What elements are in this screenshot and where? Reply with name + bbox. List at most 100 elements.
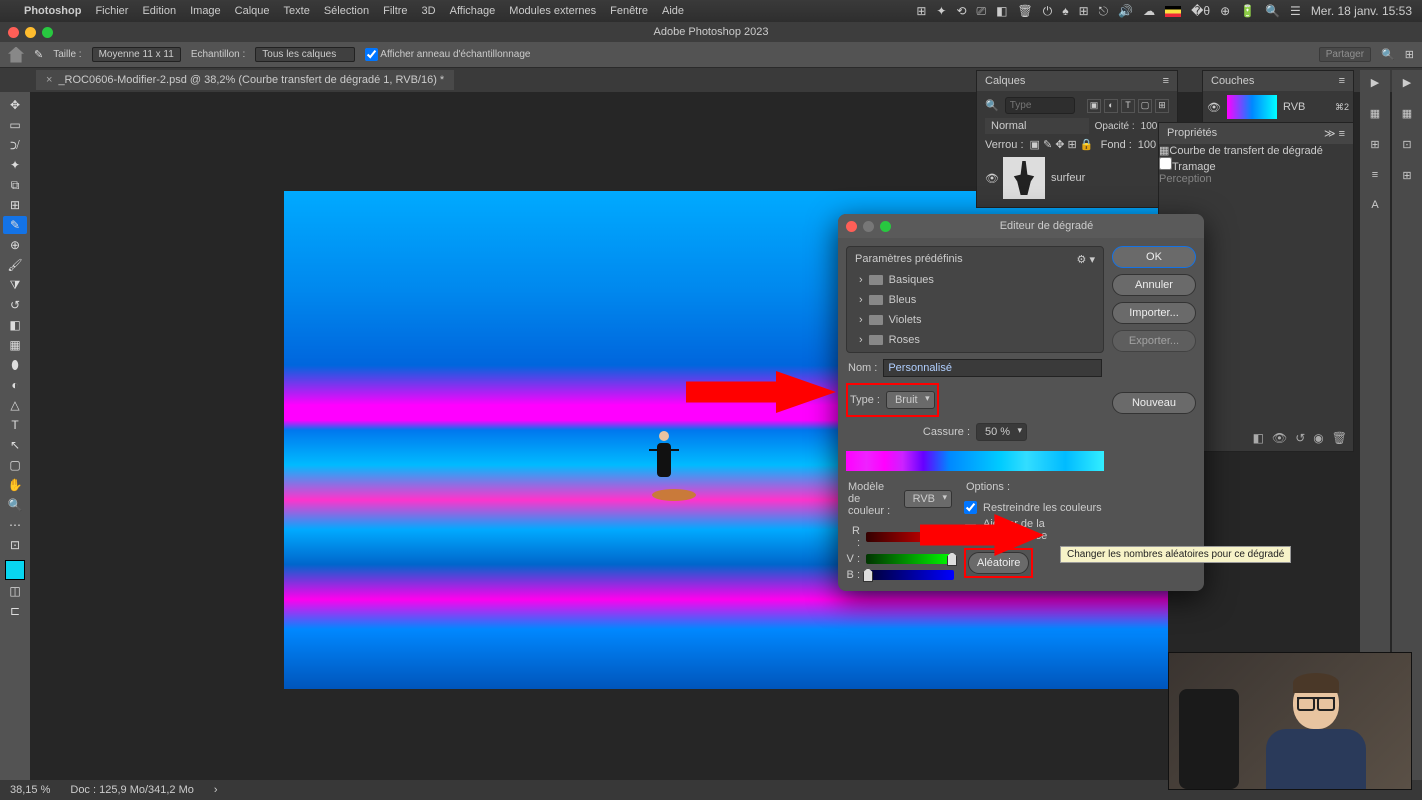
filter-pixel-icon[interactable]: ▣	[1087, 99, 1101, 113]
lasso-tool[interactable]: ⟉	[3, 136, 27, 154]
sample-select[interactable]: Tous les calques	[255, 47, 355, 62]
menu-image[interactable]: Image	[190, 5, 221, 17]
type-tool[interactable]: T	[3, 416, 27, 434]
bluetooth-icon[interactable]: �θ	[1191, 4, 1210, 18]
app-name[interactable]: Photoshop	[24, 5, 81, 17]
menu-view[interactable]: Affichage	[450, 5, 496, 17]
lock-icons[interactable]: ▣ ✎ ✥ ⊞ 🔒	[1030, 138, 1094, 151]
channels-title[interactable]: Couches	[1211, 75, 1254, 87]
frame-tool[interactable]: ⊞	[3, 196, 27, 214]
gradient-tool[interactable]: ▦	[3, 336, 27, 354]
heal-tool[interactable]: ⊕	[3, 236, 27, 254]
gear-icon[interactable]: ⚙ ▾	[1077, 253, 1095, 266]
restrict-colors-checkbox[interactable]	[964, 501, 977, 514]
shape-tool[interactable]: ▢	[3, 456, 27, 474]
doc-size[interactable]: Doc : 125,9 Mo/341,2 Mo	[70, 784, 194, 796]
menu-layer[interactable]: Calque	[235, 5, 270, 17]
dodge-tool[interactable]: ◐	[3, 376, 27, 394]
roughness-value[interactable]: 50 %	[976, 423, 1027, 441]
eraser-tool[interactable]: ◧	[3, 316, 27, 334]
path-tool[interactable]: ↖	[3, 436, 27, 454]
history-brush-tool[interactable]: ↺	[3, 296, 27, 314]
method-label[interactable]: Perception	[1159, 173, 1212, 185]
preset-folder[interactable]: ›Basiques	[847, 270, 1103, 290]
tray-icon[interactable]: ☁	[1143, 4, 1155, 18]
flag-icon[interactable]	[1165, 6, 1181, 17]
layer-thumbnail[interactable]	[1003, 157, 1045, 199]
layer-filter-input[interactable]	[1005, 97, 1075, 114]
name-input[interactable]	[883, 359, 1102, 377]
wand-tool[interactable]: ✦	[3, 156, 27, 174]
crop-tool[interactable]: ⧉	[3, 176, 27, 194]
filter-type-icon[interactable]: T	[1121, 99, 1135, 113]
swatches-icon[interactable]: ▦	[1370, 107, 1380, 120]
filter-search-icon[interactable]: 🔍	[985, 99, 999, 112]
filter-smart-icon[interactable]: ⊞	[1155, 99, 1169, 113]
preset-icon[interactable]: ▦	[1402, 107, 1412, 120]
pen-tool[interactable]: △	[3, 396, 27, 414]
cancel-button[interactable]: Annuler	[1112, 274, 1196, 296]
dialog-close-button[interactable]	[846, 221, 857, 232]
clip-icon[interactable]: ◧	[1253, 431, 1264, 445]
clock[interactable]: Mer. 18 janv. 15:53	[1311, 4, 1412, 18]
adjust-icon[interactable]: ⊞	[1370, 138, 1379, 151]
home-icon[interactable]	[8, 47, 24, 63]
menu-edit[interactable]: Edition	[142, 5, 176, 17]
layers-title[interactable]: Calques	[985, 75, 1025, 87]
filter-shape-icon[interactable]: ▢	[1138, 99, 1152, 113]
export-button[interactable]: Exporter...	[1112, 330, 1196, 352]
tray-icon[interactable]: ⏻	[1043, 4, 1053, 19]
visibility-icon[interactable]: 👁	[985, 172, 997, 185]
randomize-button[interactable]: Aléatoire	[968, 552, 1029, 574]
filter-adj-icon[interactable]: ◐	[1104, 99, 1118, 113]
preset-folder[interactable]: ›Violets	[847, 310, 1103, 330]
spotlight-icon[interactable]: 🔍	[1265, 4, 1280, 18]
control-center-icon[interactable]: ☰	[1290, 4, 1301, 18]
nav-icon[interactable]: ⊞	[1402, 169, 1411, 182]
menu-3d[interactable]: 3D	[422, 5, 436, 17]
char-icon[interactable]: A	[1371, 199, 1378, 211]
more-tools[interactable]: ⋯	[3, 516, 27, 534]
zoom-window-button[interactable]	[42, 27, 53, 38]
share-button[interactable]: Partager	[1319, 47, 1371, 62]
dither-checkbox[interactable]	[1159, 157, 1172, 170]
tray-icon[interactable]: 🔊	[1118, 4, 1133, 18]
tray-icon[interactable]: 🗑	[1017, 4, 1032, 18]
tray-icon[interactable]: ♠	[1062, 4, 1068, 18]
status-chevron-icon[interactable]: ›	[214, 784, 218, 796]
panel-menu-icon[interactable]: ≡	[1339, 75, 1345, 87]
edit-toolbar[interactable]: ⊡	[3, 536, 27, 554]
marquee-tool[interactable]: ▭	[3, 116, 27, 134]
blend-mode-select[interactable]: Normal	[985, 118, 1089, 134]
menu-file[interactable]: Fichier	[95, 5, 128, 17]
v-slider[interactable]	[866, 554, 954, 564]
import-button[interactable]: Importer...	[1112, 302, 1196, 324]
layer-row[interactable]: 👁 surfeur	[981, 153, 1173, 203]
search-icon[interactable]: 🔍	[1381, 48, 1395, 61]
history-icon[interactable]: ▶	[1403, 76, 1411, 89]
blur-tool[interactable]: ⬮	[3, 356, 27, 374]
info-icon[interactable]: ⊡	[1402, 138, 1411, 151]
battery-icon[interactable]: 🔋	[1240, 4, 1255, 18]
eyedropper-tool-icon[interactable]: ✎	[34, 48, 43, 61]
menu-selection[interactable]: Sélection	[324, 5, 369, 17]
b-slider[interactable]	[866, 570, 954, 580]
workspace-icon[interactable]: ⊞	[1405, 48, 1414, 61]
toggle-icon[interactable]: ◉	[1313, 431, 1323, 445]
channel-row[interactable]: 👁 RVB ⌘2	[1203, 91, 1353, 123]
foreground-color[interactable]	[5, 560, 25, 580]
type-select[interactable]: Bruit	[886, 391, 935, 409]
stamp-tool[interactable]: ⧩	[3, 276, 27, 294]
tray-icon[interactable]: ✦	[936, 4, 946, 18]
color-model-select[interactable]: RVB	[904, 490, 952, 508]
zoom-tool[interactable]: 🔍	[3, 496, 27, 514]
menu-help[interactable]: Aide	[662, 5, 684, 17]
ok-button[interactable]: OK	[1112, 246, 1196, 268]
reset-icon[interactable]: ↺	[1295, 431, 1305, 445]
menu-text[interactable]: Texte	[284, 5, 310, 17]
menu-filter[interactable]: Filtre	[383, 5, 407, 17]
tray-icon[interactable]: ◧	[996, 4, 1007, 18]
move-tool[interactable]: ✥	[3, 96, 27, 114]
preset-folder[interactable]: ›Bleus	[847, 290, 1103, 310]
eyedropper-tool[interactable]: ✎	[3, 216, 27, 234]
